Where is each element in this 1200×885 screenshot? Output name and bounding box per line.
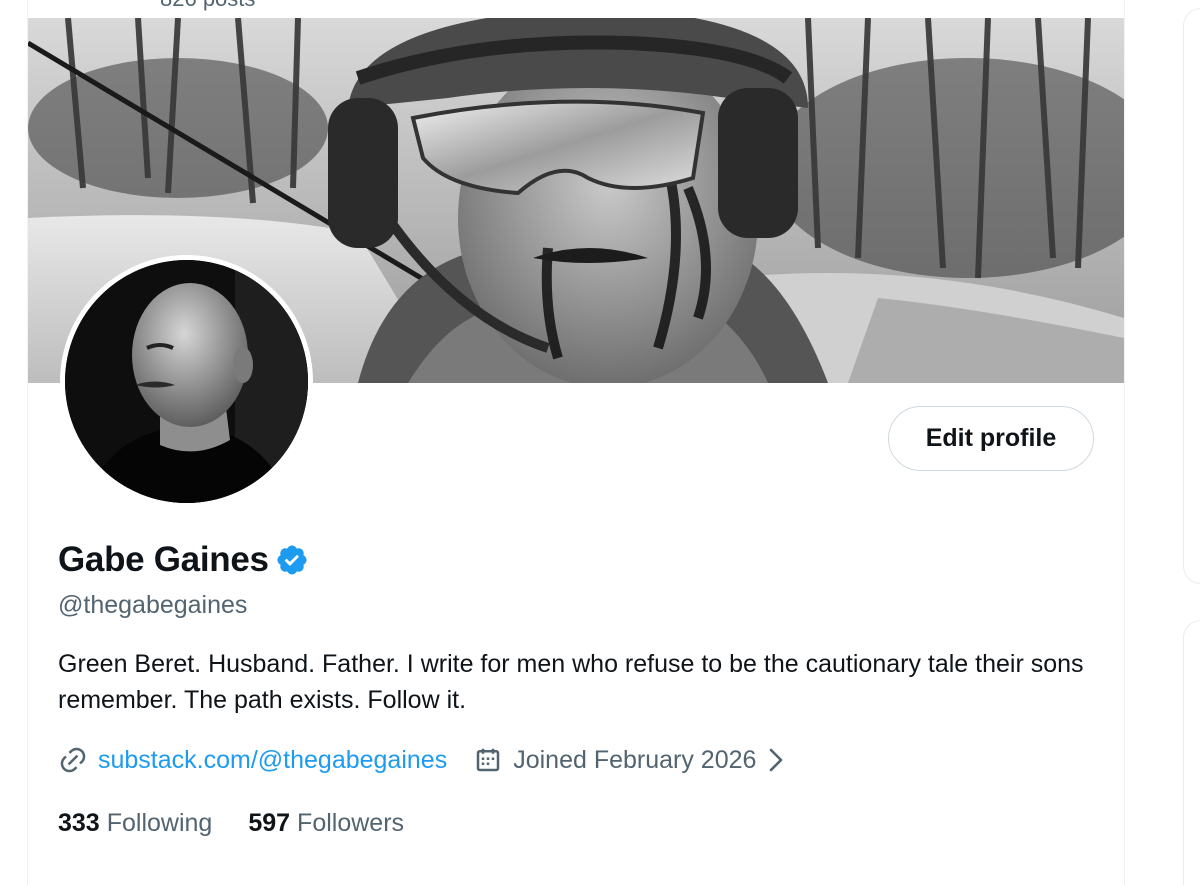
joined-text: Joined February 2026 xyxy=(513,746,757,774)
display-name: Gabe Gaines xyxy=(58,540,269,579)
following-link[interactable]: 333 Following xyxy=(58,806,212,840)
followers-link[interactable]: 597 Followers xyxy=(248,806,404,840)
follow-counts: 333 Following 597 Followers xyxy=(58,806,440,840)
followers-count: 597 xyxy=(248,809,291,837)
following-count: 333 xyxy=(58,809,100,837)
verified-badge-icon[interactable] xyxy=(275,543,309,577)
followers-label: Followers xyxy=(297,809,405,837)
user-handle: @thegabegaines xyxy=(58,591,248,619)
sidebar-card xyxy=(1183,8,1200,584)
sidebar-card xyxy=(1183,620,1200,885)
profile-meta-row: substack.com/@thegabegaines Joined Febru… xyxy=(58,743,784,777)
post-count: 826 posts xyxy=(160,0,255,10)
column-border-right xyxy=(1124,0,1125,885)
link-icon xyxy=(58,745,88,775)
profile-page: 826 posts xyxy=(0,0,1200,885)
calendar-icon xyxy=(473,745,503,775)
profile-avatar[interactable] xyxy=(60,255,313,508)
following-label: Following xyxy=(106,809,213,837)
avatar-image xyxy=(65,260,308,503)
joined-date[interactable]: Joined February 2026 xyxy=(473,743,784,777)
website-link[interactable]: substack.com/@thegabegaines xyxy=(98,743,447,777)
edit-profile-button[interactable]: Edit profile xyxy=(888,406,1094,471)
chevron-right-icon xyxy=(768,747,784,773)
profile-bio: Green Beret. Husband. Father. I write fo… xyxy=(58,650,1084,714)
name-row: Gabe Gaines xyxy=(58,538,309,582)
